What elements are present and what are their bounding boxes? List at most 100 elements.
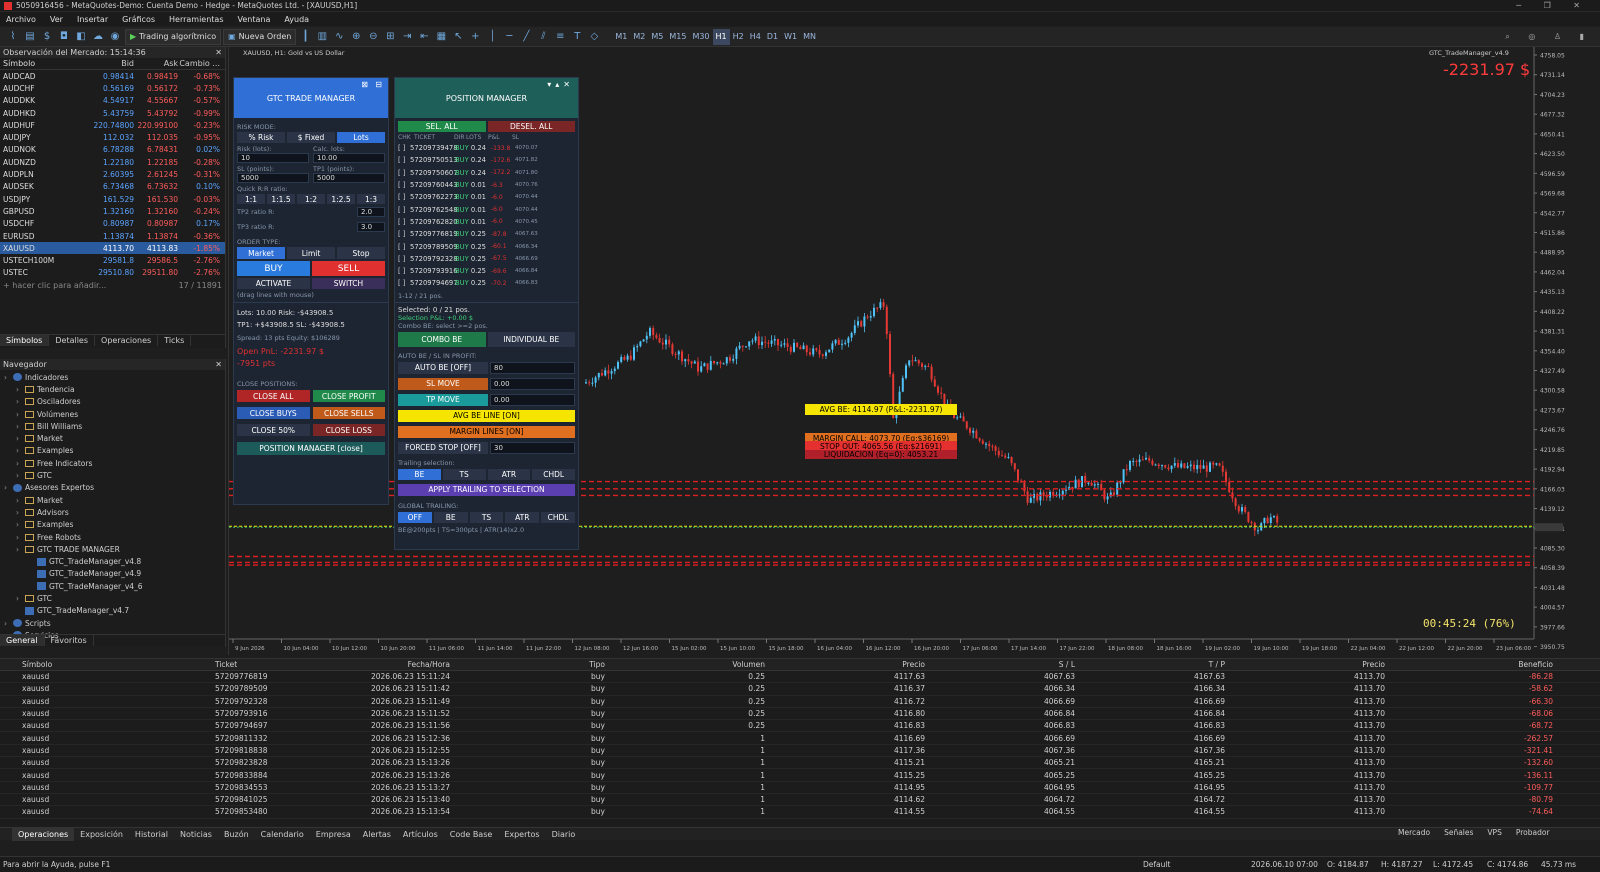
trail-chdl-button[interactable]: CHDL bbox=[532, 468, 575, 480]
new-order-button[interactable]: ▣ Nueva Orden bbox=[223, 28, 297, 45]
link-probador[interactable]: Probador bbox=[1516, 828, 1550, 837]
grid-icon[interactable]: ⊞ bbox=[383, 30, 397, 44]
signal-icon[interactable]: ◉ bbox=[108, 30, 122, 44]
row-checkbox[interactable]: [ ] bbox=[398, 218, 407, 226]
market-watch-row[interactable]: EURUSD 1.13874 1.13874 -0.36% bbox=[0, 230, 225, 242]
individual-be-button[interactable]: INDIVIDUAL BE bbox=[487, 331, 575, 347]
global-be-button[interactable]: BE bbox=[433, 511, 468, 523]
apply-trailing-button[interactable]: APPLY TRAILING TO SELECTION bbox=[398, 483, 575, 496]
pm-position-row[interactable]: [ ] 57209739478 BUY 0.24 -133.8 4070.07 bbox=[395, 142, 578, 154]
bars-icon[interactable]: ▥ bbox=[315, 30, 329, 44]
table-row[interactable]: xauusd 57209833884 2026.06.23 15:13:26 buy 1… bbox=[0, 769, 1600, 782]
collapse-icon[interactable]: ⊟ bbox=[375, 80, 382, 89]
cell-sl[interactable]: 4066.83 bbox=[925, 721, 1075, 730]
pm-position-row[interactable]: [ ] 57209762273 BUY 0.01 -6.0 4070.44 bbox=[395, 191, 578, 203]
navigator-item[interactable]: › Advisors bbox=[0, 506, 225, 518]
activate-button[interactable]: ACTIVATE bbox=[237, 278, 310, 289]
cell-sl[interactable]: 4066.34 bbox=[925, 684, 1075, 693]
table-row[interactable]: xauusd 57209776819 2026.06.23 15:11:24 buy 0… bbox=[0, 671, 1600, 684]
cell-tp[interactable]: 4167.36 bbox=[1075, 746, 1225, 755]
fibo-icon[interactable]: ≡ bbox=[553, 30, 567, 44]
global-chdl-button[interactable]: CHDL bbox=[541, 511, 575, 523]
line-icon[interactable]: ∿ bbox=[332, 30, 346, 44]
tf-m5[interactable]: M5 bbox=[648, 29, 666, 45]
row-checkbox[interactable]: [ ] bbox=[398, 169, 407, 177]
table-row[interactable]: xauusd 57209792328 2026.06.23 15:11:49 buy 0… bbox=[0, 696, 1600, 708]
link-mercado[interactable]: Mercado bbox=[1398, 828, 1430, 837]
sl-move-button[interactable]: SL MOVE bbox=[398, 377, 488, 390]
navigator-item[interactable]: › GTC bbox=[0, 592, 225, 604]
navigator-item[interactable]: › Indicadores bbox=[0, 371, 225, 383]
cell-sl[interactable]: 4064.55 bbox=[925, 807, 1075, 816]
cell-tp[interactable]: 4164.55 bbox=[1075, 807, 1225, 816]
tab-ticks[interactable]: Ticks bbox=[158, 335, 192, 346]
tab-simbolos[interactable]: Símbolos bbox=[0, 335, 50, 346]
zoom-out-icon[interactable]: ⊖ bbox=[366, 30, 380, 44]
tf-m2[interactable]: M2 bbox=[630, 29, 648, 45]
close-profit-button[interactable]: CLOSE PROFIT bbox=[312, 390, 385, 402]
navigator-item[interactable]: GTC_TradeManager_v4.9 bbox=[0, 568, 225, 580]
rr-1-1-button[interactable]: 1:1 bbox=[237, 194, 265, 204]
cell-tp[interactable]: 4164.95 bbox=[1075, 783, 1225, 792]
algo-trading-button[interactable]: ▶ Trading algorítmico bbox=[125, 28, 222, 45]
tf-h4[interactable]: H4 bbox=[747, 29, 764, 45]
avg-be-line-toggle[interactable]: AVG BE LINE [ON] bbox=[398, 409, 575, 422]
pm-position-row[interactable]: [ ] 57209794697 BUY 0.25 -70.2 4066.83 bbox=[395, 277, 578, 289]
expand-arrow-icon[interactable]: › bbox=[16, 520, 25, 529]
mode-risk-button[interactable]: % Risk bbox=[237, 132, 285, 143]
close-50-button[interactable]: CLOSE 50% bbox=[237, 424, 310, 436]
market-watch-row[interactable]: AUDCAD 0.98414 0.98419 -0.68% bbox=[0, 70, 225, 82]
navigator-item[interactable]: › Volúmenes bbox=[0, 408, 225, 420]
select-all-button[interactable]: SEL. ALL bbox=[398, 121, 486, 132]
candles-icon[interactable]: ┃ bbox=[298, 30, 312, 44]
tab-operaciones[interactable]: Operaciones bbox=[95, 335, 159, 346]
cell-tp[interactable]: 4165.25 bbox=[1075, 771, 1225, 780]
shift-icon[interactable]: ⇤ bbox=[417, 30, 431, 44]
cell-sl[interactable]: 4066.84 bbox=[925, 709, 1075, 718]
market-watch-row[interactable]: AUDSEK 6.73468 6.73632 0.10% bbox=[0, 181, 225, 193]
cell-tp[interactable]: 4164.72 bbox=[1075, 795, 1225, 804]
crosshair-icon[interactable]: + bbox=[468, 30, 482, 44]
sl-points-input[interactable]: 5000 bbox=[237, 173, 309, 183]
expand-arrow-icon[interactable]: › bbox=[16, 545, 25, 554]
cell-tp[interactable]: 4166.69 bbox=[1075, 697, 1225, 706]
expand-arrow-icon[interactable]: › bbox=[16, 385, 25, 394]
row-checkbox[interactable]: [ ] bbox=[398, 243, 407, 251]
market-watch-row[interactable]: XAUUSD 4113.70 4113.83 -1.85% bbox=[0, 242, 225, 255]
navigator-item[interactable]: › Examples bbox=[0, 519, 225, 531]
ide-icon[interactable]: ◧ bbox=[74, 30, 88, 44]
pm-position-row[interactable]: [ ] 57209793916 BUY 0.25 -69.6 4066.84 bbox=[395, 265, 578, 277]
pm-position-row[interactable]: [ ] 57209762548 BUY 0.01 -6.0 4070.44 bbox=[395, 203, 578, 215]
forced-stop-button[interactable]: FORCED STOP [OFF] bbox=[398, 441, 488, 454]
pm-position-row[interactable]: [ ] 57209760443 BUY 0.01 -6.3 4070.76 bbox=[395, 179, 578, 191]
market-watch-row[interactable]: AUDCHF 0.56169 0.56172 -0.73% bbox=[0, 82, 225, 94]
autoscroll-icon[interactable]: ⇥ bbox=[400, 30, 414, 44]
close-sells-button[interactable]: CLOSE SELLS bbox=[312, 407, 385, 419]
tf-m1[interactable]: M1 bbox=[612, 29, 630, 45]
templates-icon[interactable]: ▦ bbox=[434, 30, 448, 44]
vline-icon[interactable]: │ bbox=[485, 30, 499, 44]
cell-tp[interactable]: 4167.63 bbox=[1075, 672, 1225, 681]
navigator-item[interactable]: › Examples bbox=[0, 445, 225, 457]
tf-mn[interactable]: MN bbox=[800, 29, 819, 45]
menu-ayuda[interactable]: Ayuda bbox=[284, 15, 309, 24]
pm-position-row[interactable]: [ ] 57209789509 BUY 0.25 -60.1 4066.34 bbox=[395, 240, 578, 252]
lock-icon[interactable]: ◘ bbox=[57, 30, 71, 44]
minimize-icon[interactable]: ⊠ bbox=[361, 80, 368, 89]
table-row[interactable]: xauusd 57209789509 2026.06.23 15:11:42 buy 0… bbox=[0, 683, 1600, 696]
row-checkbox[interactable]: [ ] bbox=[398, 206, 407, 214]
row-checkbox[interactable]: [ ] bbox=[398, 156, 407, 164]
market-watch-row[interactable]: AUDDKK 4.54917 4.55667 -0.57% bbox=[0, 95, 225, 107]
cursor-icon[interactable]: ↖ bbox=[451, 30, 465, 44]
tf-m15[interactable]: M15 bbox=[666, 29, 689, 45]
pm-position-row[interactable]: [ ] 57209750607 BUY 0.24 -172.2 4071.80 bbox=[395, 167, 578, 179]
menu-ver[interactable]: Ver bbox=[50, 15, 63, 24]
tp-move-input[interactable]: 0.00 bbox=[490, 393, 575, 406]
menu-ventana[interactable]: Ventana bbox=[238, 15, 271, 24]
cell-tp[interactable]: 4166.84 bbox=[1075, 709, 1225, 718]
navigator-item[interactable]: GTC_TradeManager_v4_6 bbox=[0, 580, 225, 592]
toolbox-tab[interactable]: Calendario bbox=[255, 828, 310, 841]
tp2-ratio-input[interactable]: 2.0 bbox=[357, 207, 385, 217]
market-watch-row[interactable]: AUDJPY 112.032 112.035 -0.95% bbox=[0, 131, 225, 143]
table-row[interactable]: xauusd 57209793916 2026.06.23 15:11:52 buy 0… bbox=[0, 708, 1600, 721]
